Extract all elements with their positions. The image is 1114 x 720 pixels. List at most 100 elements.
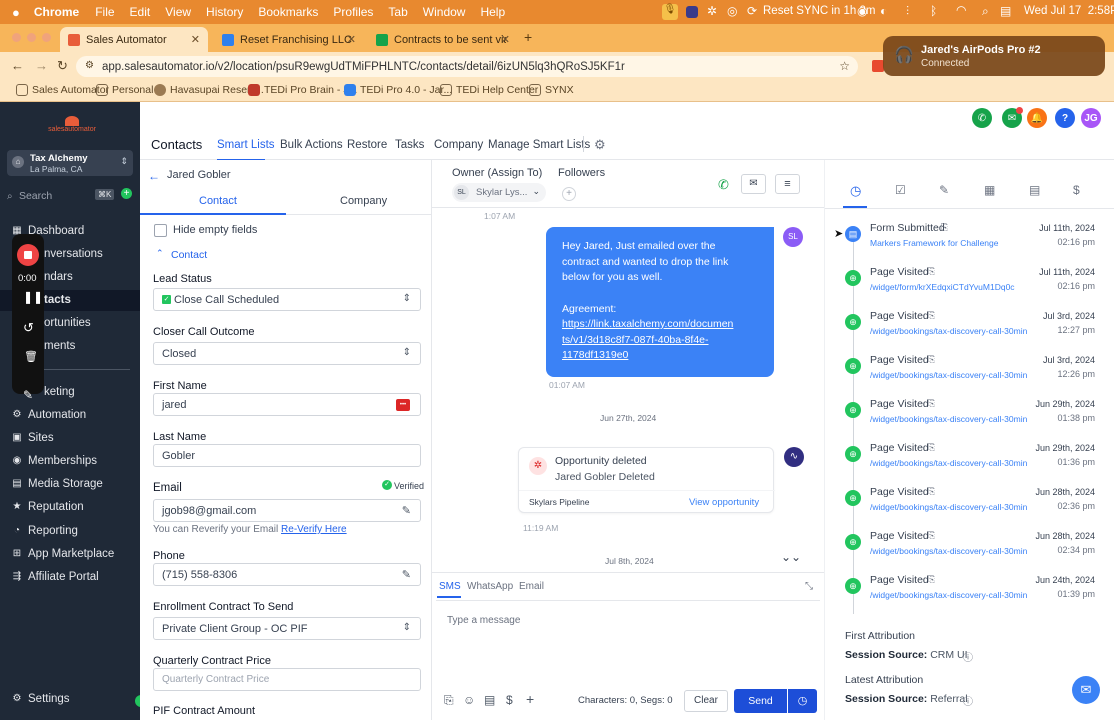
- channel-email[interactable]: Email: [519, 581, 544, 592]
- enrollment-select[interactable]: Private Client Group - OC PIF ⇕: [153, 617, 421, 640]
- forward-icon[interactable]: →: [35, 58, 48, 73]
- close-tab-icon[interactable]: ✕: [501, 33, 510, 46]
- filter-icon[interactable]: ≡: [775, 174, 800, 194]
- send-button[interactable]: Send: [734, 689, 787, 713]
- sidebar-item-sites[interactable]: ▣ Sites: [11, 432, 53, 444]
- app-logo[interactable]: salesautomator: [44, 116, 100, 140]
- menu-tab[interactable]: Tab: [388, 5, 407, 19]
- channel-whatsapp[interactable]: WhatsApp: [467, 581, 513, 592]
- microphone-icon[interactable]: 🎙: [662, 4, 678, 20]
- sidebar-item-calendars[interactable]: ndars: [44, 271, 73, 283]
- sidebar-item-reputation[interactable]: ★ Reputation: [11, 501, 84, 513]
- sidebar-item-opportunities[interactable]: ortunities: [44, 317, 91, 329]
- bookmark-tedi-help[interactable]: TEDi Help Center: [440, 84, 538, 96]
- notes-pencil-icon[interactable]: ✎: [939, 183, 949, 197]
- email-envelope-icon[interactable]: ✉: [741, 174, 766, 194]
- tab-restore[interactable]: Restore: [347, 139, 387, 151]
- info-icon[interactable]: ⓘ: [963, 693, 973, 708]
- menu-profiles[interactable]: Profiles: [333, 5, 373, 19]
- activity-item-page-visited[interactable]: ⊕ Page Visited ⎘ /widget/bookings/tax-di…: [845, 574, 1095, 614]
- activity-item-form-submitted[interactable]: ▤ Form Submitted ⎘ Markers Framework for…: [845, 222, 1095, 262]
- sidebar-settings[interactable]: ⚙ Settings: [11, 693, 70, 705]
- control-center-icon[interactable]: ▤: [1000, 4, 1011, 18]
- sidebar-item-app-marketplace[interactable]: ⊞ App Marketplace: [11, 548, 115, 560]
- sidebar-item-conversations[interactable]: nversations: [44, 248, 103, 260]
- window-zoom-button[interactable]: [42, 33, 51, 42]
- airpods-notification[interactable]: 🎧 Jared's AirPods Pro #2 Connected: [883, 36, 1105, 76]
- search-spotlight-icon[interactable]: ⌕: [982, 4, 989, 19]
- agreement-link[interactable]: https://link.taxalchemy.com/documen ts/v…: [562, 317, 758, 364]
- annotate-pen-icon[interactable]: ✎: [23, 388, 33, 402]
- close-tab-icon[interactable]: ✕: [191, 33, 200, 46]
- appointments-calendar-icon[interactable]: ▦: [984, 183, 995, 197]
- clipboard-icon[interactable]: ⎘: [928, 486, 935, 497]
- hide-empty-checkbox[interactable]: [154, 224, 167, 237]
- location-switcher[interactable]: ⌂ Tax Alchemy La Palma, CA ⇕: [7, 150, 133, 176]
- first-name-input[interactable]: jared •••: [153, 393, 421, 416]
- menu-edit[interactable]: Edit: [130, 5, 151, 19]
- lead-status-select[interactable]: ✓ Close Call Scheduled ⇕: [153, 288, 421, 311]
- tab-tasks[interactable]: Tasks: [395, 139, 424, 151]
- new-tab-icon[interactable]: +: [524, 29, 532, 45]
- controls-status-icon[interactable]: ⫶: [906, 4, 909, 19]
- bookmark-personal[interactable]: Personal: [96, 84, 153, 96]
- clipboard-icon[interactable]: ⎘: [928, 530, 935, 541]
- eye-status-icon[interactable]: ◉: [857, 4, 867, 18]
- sidebar-item-reporting[interactable]: ◔ Reporting: [11, 525, 78, 537]
- sidebar-search[interactable]: ⌕ Search ⌘K +: [7, 188, 133, 204]
- sidebar-item-memberships[interactable]: ◉ Memberships: [11, 455, 97, 467]
- tab-smart-lists[interactable]: Smart Lists: [217, 139, 275, 151]
- tab-company[interactable]: Company: [434, 139, 483, 151]
- documents-icon[interactable]: ▤: [1029, 183, 1040, 197]
- menu-history[interactable]: History: [206, 5, 243, 19]
- phone-call-icon[interactable]: ✆: [972, 108, 992, 128]
- expand-composer-icon[interactable]: ⤡: [805, 581, 813, 592]
- clipboard-icon[interactable]: ⎘: [941, 222, 948, 233]
- activity-link[interactable]: /widget/bookings/tax-discovery-call-30mi…: [870, 414, 1030, 424]
- reload-icon[interactable]: ↻: [57, 58, 68, 74]
- activity-item-page-visited[interactable]: ⊕ Page Visited ⎘ /widget/bookings/tax-di…: [845, 354, 1095, 394]
- last-name-input[interactable]: Gobler: [153, 444, 421, 467]
- sidebar-item-affiliate-portal[interactable]: ⇶ Affiliate Portal: [11, 571, 99, 583]
- view-opportunity-link[interactable]: View opportunity: [689, 497, 759, 508]
- help-icon[interactable]: ?: [1055, 108, 1075, 128]
- message-input[interactable]: Type a message: [436, 600, 820, 678]
- menubar-datetime[interactable]: Wed Jul 17 2:58PM: [1024, 5, 1114, 17]
- tab-contracts-sms[interactable]: Contracts to be sent via SMS ✕: [368, 27, 518, 52]
- emoji-icon[interactable]: ☺: [463, 693, 475, 707]
- bluetooth-icon[interactable]: ᛒ: [930, 4, 937, 18]
- sidebar-item-contacts[interactable]: tacts: [44, 294, 71, 306]
- quarterly-price-input[interactable]: Quarterly Contract Price: [153, 668, 421, 691]
- contact-section-title[interactable]: Contact: [171, 249, 207, 261]
- circle-status-icon[interactable]: ◐: [880, 4, 887, 18]
- window-close-button[interactable]: [12, 33, 21, 42]
- clipboard-icon[interactable]: ⎘: [928, 398, 935, 409]
- payment-dollar-icon[interactable]: $: [506, 693, 513, 707]
- bookmark-synx[interactable]: SYNX: [529, 84, 574, 96]
- clipboard-icon[interactable]: ⎘: [928, 574, 935, 585]
- activity-link[interactable]: /widget/bookings/tax-discovery-call-30mi…: [870, 590, 1030, 600]
- email-input[interactable]: jgob98@gmail.com ✎: [153, 499, 421, 522]
- menubar-app-name[interactable]: Chrome: [34, 5, 79, 19]
- record-stop-button[interactable]: [17, 244, 39, 266]
- vpn-status-icon[interactable]: ◎: [727, 4, 737, 18]
- clipboard-icon[interactable]: ⎘: [928, 266, 935, 277]
- activity-link[interactable]: Markers Framework for Challenge: [870, 238, 1030, 248]
- wifi-icon[interactable]: ◠: [956, 3, 966, 17]
- activity-item-page-visited[interactable]: ⊕ Page Visited ⎘ /widget/bookings/tax-di…: [845, 530, 1095, 570]
- tab-reset-franchising[interactable]: Reset Franchising LLC ✕: [214, 27, 364, 52]
- tab-bulk-actions[interactable]: Bulk Actions: [280, 139, 343, 151]
- sidebar-item-media-storage[interactable]: ▤ Media Storage: [11, 478, 103, 490]
- payments-dollar-icon[interactable]: $: [1073, 183, 1080, 197]
- call-icon[interactable]: ✆: [718, 177, 729, 193]
- gear-status-icon[interactable]: ✲: [707, 4, 717, 18]
- back-icon[interactable]: ←: [11, 58, 24, 73]
- clipboard-icon[interactable]: ⎘: [928, 310, 935, 321]
- schedule-send-icon[interactable]: ◷: [788, 689, 817, 713]
- reverify-link[interactable]: Re-Verify Here: [281, 524, 347, 535]
- chevron-up-icon[interactable]: ⌃: [156, 248, 164, 259]
- scroll-down-chevrons-icon[interactable]: ⌄⌄: [781, 550, 801, 564]
- activity-link[interactable]: /widget/bookings/tax-discovery-call-30mi…: [870, 546, 1030, 556]
- activity-link[interactable]: /widget/form/krXEdqxiCTdYvuM1Dq0c: [870, 282, 1030, 292]
- owner-select[interactable]: SL Skylar Lys... ⌄: [452, 183, 546, 202]
